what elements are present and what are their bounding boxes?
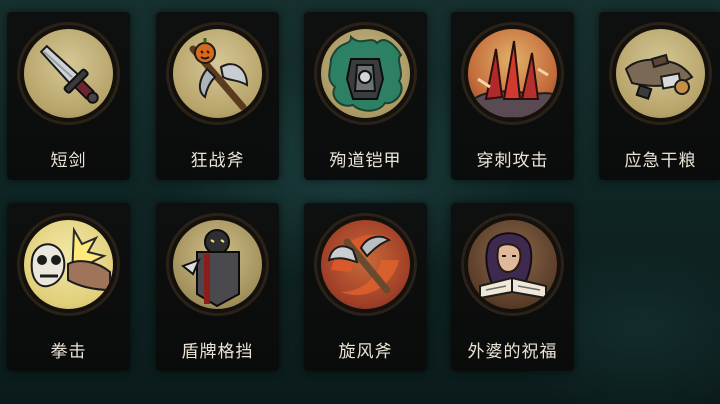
card-medal <box>314 22 417 125</box>
card-title: 短剑 <box>50 151 87 171</box>
grandma-blessing-icon <box>479 232 547 300</box>
punch-icon <box>30 226 111 292</box>
card-shield-block[interactable]: 盾牌格挡 <box>156 203 279 371</box>
card-medal <box>17 213 120 316</box>
martyr-armor-icon <box>328 34 403 112</box>
card-title: 狂战斧 <box>190 151 245 171</box>
card-title: 殉道铠甲 <box>329 151 402 171</box>
card-spike-attack[interactable]: 穿刺攻击 <box>451 12 574 180</box>
card-medal <box>609 22 712 125</box>
card-whirlwind-axe[interactable]: 旋风斧 <box>304 203 427 371</box>
whirlwind-axe-icon <box>327 234 399 296</box>
card-martyr-armor[interactable]: 殉道铠甲 <box>304 12 427 180</box>
dagger-icon <box>39 44 99 104</box>
card-grid: 短剑 狂战斧 殉道铠甲 穿刺攻击 应急干粮 拳击 盾牌格挡 旋风斧 外婆的祝福 <box>0 0 720 404</box>
card-title: 应急干粮 <box>624 151 697 171</box>
shield-block-icon <box>181 229 240 308</box>
card-medal <box>17 22 120 125</box>
card-berserker-axe[interactable]: 狂战斧 <box>156 12 279 180</box>
card-title: 穿刺攻击 <box>476 151 549 171</box>
spike-attack-icon <box>468 40 555 118</box>
card-title: 拳击 <box>50 342 87 362</box>
card-medal <box>314 213 417 316</box>
card-punch[interactable]: 拳击 <box>7 203 130 371</box>
card-medal <box>461 213 564 316</box>
card-medal <box>166 213 269 316</box>
card-title: 旋风斧 <box>338 342 393 362</box>
berserker-axe-icon <box>189 38 249 111</box>
card-rations[interactable]: 应急干粮 <box>599 12 720 180</box>
card-dagger[interactable]: 短剑 <box>7 12 130 180</box>
card-medal <box>461 22 564 125</box>
card-title: 盾牌格挡 <box>181 342 254 362</box>
card-grandma-blessing[interactable]: 外婆的祝福 <box>451 203 574 371</box>
card-medal <box>166 22 269 125</box>
card-title: 外婆的祝福 <box>467 342 558 362</box>
rations-icon <box>624 53 694 100</box>
